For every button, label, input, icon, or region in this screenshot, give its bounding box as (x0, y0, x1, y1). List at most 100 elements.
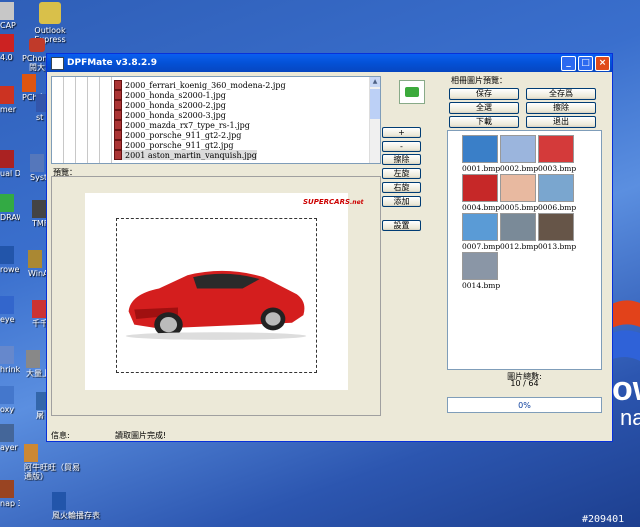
desktop-icon-label: CAP (0, 21, 16, 30)
file-name: 2000_honda_s2000-2.jpg (125, 100, 226, 110)
thumbnail-item[interactable]: 0014.bmp (462, 252, 501, 290)
desktop-icon[interactable]: WinA (28, 250, 48, 278)
thumbnail-label: 0012.bmp (500, 242, 539, 251)
desktop-app-icon (0, 296, 14, 314)
desktop-app-icon (30, 154, 44, 172)
thumbnail-grid[interactable]: 0001.bmp 0002.bmp 0003.bmp 0004.bmp 0005.bmp… (447, 130, 602, 370)
thumbnail-label: 0004.bmp (462, 203, 501, 212)
thumbnail-label: 0002.bmp (500, 164, 539, 173)
picture-count-value: 10 / 64 (510, 379, 539, 388)
append-button[interactable]: 添加 (382, 196, 421, 207)
file-list-item[interactable]: 2000_ferrari_koenig_360_modena-2.jpg (114, 80, 286, 90)
thumbnail-item[interactable]: 0007.bmp (462, 213, 500, 251)
exit-button[interactable]: 退出 (526, 116, 596, 128)
desktop-icon[interactable]: 大量上 (26, 350, 46, 378)
thumbnail-item[interactable]: 0012.bmp (500, 213, 539, 251)
desktop-icon-label: 阿牛旺旺（貿易通版） (24, 463, 80, 481)
desktop-icon[interactable]: mer (0, 86, 20, 114)
thumbnail-item[interactable]: 0005.bmp (500, 174, 539, 212)
thumbnail-image (462, 213, 498, 241)
desktop-icon[interactable]: eye (0, 296, 20, 324)
thumbnail-image (462, 174, 498, 202)
preview-canvas: SUPERCARS.net (85, 193, 364, 390)
thumbnail-image (500, 174, 536, 202)
desktop-icon-label: ual D-PA (0, 169, 20, 178)
add-button[interactable]: + (382, 127, 421, 138)
delete-button[interactable]: 擦除 (382, 154, 421, 165)
thumbnail-image (538, 174, 574, 202)
erase-button[interactable]: 擦除 (526, 102, 596, 114)
close-button[interactable]: × (595, 55, 610, 71)
desktop-app-icon (0, 246, 14, 264)
desktop-icon[interactable]: 阿牛旺旺（貿易通版） (24, 444, 84, 481)
desktop-app-icon (0, 194, 14, 212)
thumbnail-item[interactable]: 0002.bmp (500, 135, 539, 173)
desktop-app-icon (0, 86, 14, 104)
desktop-icon[interactable]: ual D-PA (0, 150, 20, 178)
file-list-item[interactable]: 2000_honda_s2000-1.jpg (114, 90, 226, 100)
file-list-item[interactable]: 2000_mazda_rx7_type_rs-1.jpg (114, 120, 250, 130)
progress-bar: 0% (447, 397, 602, 413)
scroll-thumb[interactable] (370, 89, 380, 119)
thumbnail-image (462, 135, 498, 163)
dpfmate-window: DPFMate v3.8.2.9 _ □ × 2000_ferrari_koen… (46, 53, 613, 442)
desktop-app-icon (32, 200, 46, 218)
image-file-icon (114, 130, 122, 140)
maximize-button[interactable]: □ (578, 55, 593, 71)
rotate-left-button[interactable]: 左旋 (382, 168, 421, 179)
camera-icon[interactable] (399, 80, 425, 104)
file-list-item[interactable]: 2000_porsche_911_gt2.jpg (114, 140, 234, 150)
desktop-app-icon (0, 150, 14, 168)
file-name: 2000_porsche_911_gt2.jpg (125, 140, 234, 150)
scroll-up-icon[interactable]: ▲ (370, 77, 380, 87)
desktop-app-icon (28, 250, 42, 268)
desktop-app-icon (0, 424, 14, 442)
file-list[interactable]: 2000_ferrari_koenig_360_modena-2.jpg 2000… (51, 76, 381, 164)
select-all-button[interactable]: 全選 (449, 102, 519, 114)
desktop-icon[interactable]: 4.0 (0, 34, 20, 62)
file-list-item[interactable]: 2000_porsche_911_gt2-2.jpg (114, 130, 241, 140)
desktop-icon[interactable]: rower (0, 246, 20, 274)
save-button[interactable]: 保存 (449, 88, 519, 100)
desktop-icon[interactable]: DRAW 2 (0, 194, 20, 222)
car-image (125, 270, 307, 340)
settings-button[interactable]: 設置 (382, 220, 421, 231)
thumbnail-item[interactable]: 0001.bmp (462, 135, 500, 173)
thumbnail-item[interactable]: 0006.bmp (538, 174, 577, 212)
desktop-icon-label: DRAW 2 (0, 213, 20, 222)
desktop-icon[interactable]: oxy (0, 386, 20, 414)
thumbnail-item[interactable]: 0013.bmp (538, 213, 576, 251)
minimize-button[interactable]: _ (561, 55, 576, 71)
desktop-icon[interactable]: ayer (0, 424, 20, 452)
download-button[interactable]: 下載 (449, 116, 519, 128)
status-label: 信息: (51, 431, 70, 440)
thumbnail-image (538, 213, 574, 241)
desktop-icon[interactable]: CAP (0, 2, 20, 30)
rotate-right-button[interactable]: 右旋 (382, 182, 421, 193)
status-message: 讀取圖片完成! (115, 431, 167, 440)
save-all-button[interactable]: 全存爲 (526, 88, 596, 100)
file-list-item[interactable]: 2001 aston_martin_vanquish.jpg (114, 150, 257, 160)
desktop-icon-label: st (36, 113, 44, 122)
folder-tree[interactable] (52, 77, 114, 163)
file-list-item[interactable]: 2000_honda_s2000-3.jpg (114, 110, 226, 120)
file-list-scrollbar[interactable]: ▲ (369, 77, 380, 163)
desktop-icon-label: 4.0 (0, 53, 13, 62)
thumbnail-label: 0014.bmp (462, 281, 501, 290)
thumbnail-label: 0005.bmp (500, 203, 539, 212)
file-list-item[interactable]: 2000_honda_s2000-2.jpg (114, 100, 226, 110)
desktop-icon[interactable]: nap 3 (0, 480, 20, 508)
desktop-icon-label: rower (0, 265, 20, 274)
desktop-icon[interactable]: hrink 2 (0, 346, 20, 374)
title-bar[interactable]: DPFMate v3.8.2.9 _ □ × (47, 54, 612, 72)
thumbnail-item[interactable]: 0004.bmp (462, 174, 501, 212)
image-file-icon (114, 90, 122, 100)
thumbnail-label: 0006.bmp (538, 203, 577, 212)
remove-button[interactable]: - (382, 141, 421, 152)
image-file-icon (114, 110, 122, 120)
desktop-icon-label: oxy (0, 405, 15, 414)
desktop-icon[interactable]: 風火輪播存表 (52, 492, 112, 520)
file-name: 2000_honda_s2000-3.jpg (125, 110, 226, 120)
thumbnail-item[interactable]: 0003.bmp (538, 135, 576, 173)
preview-panel: SUPERCARS.net (51, 176, 381, 416)
